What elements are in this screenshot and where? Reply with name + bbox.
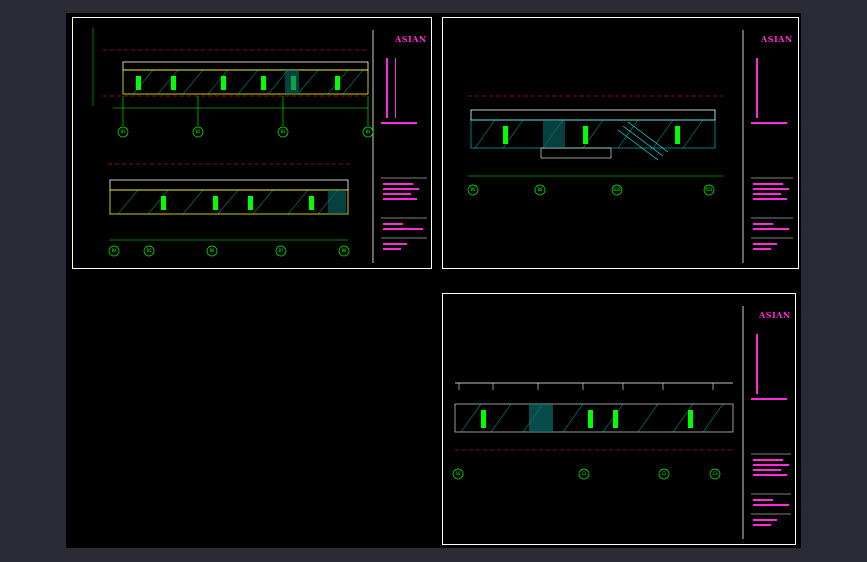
axis-label: B5 [470,187,476,192]
axis-label: B11 [705,187,713,192]
axis-label: B1 [120,129,126,134]
axis-label: B8 [537,187,543,192]
sheet-1[interactable]: ASIAN B1 B2 B3 B4 B4 B5 B6 B7 B8 [72,17,432,269]
axis-label: B8 [341,248,347,253]
axis-label: C3 [712,471,718,476]
axis-label: B4 [365,129,371,134]
axis-label: B6 [209,248,215,253]
brand-logo: ASIAN [761,34,793,44]
axis-label: B5 [146,248,152,253]
axis-label: C6 [455,471,461,476]
axis-label: B3 [280,129,286,134]
axis-label: B4 [111,248,117,253]
axis-label: B10 [613,187,621,192]
sheet-2-drawing [467,30,793,263]
axis-label: B7 [278,248,284,253]
sheet-3[interactable]: ASIAN C6 C1 C2 C3 [442,293,796,545]
sheet-1-drawing [92,28,427,263]
sheet-3-drawing [452,306,791,539]
sheet-2[interactable]: ASIAN B5 B8 B10 B11 [442,17,799,269]
axis-label: C2 [661,471,667,476]
drawing-canvas[interactable]: ASIAN B1 B2 B3 B4 B4 B5 B6 B7 B8 ASIAN B… [66,13,801,548]
brand-logo: ASIAN [395,34,427,44]
axis-label: B2 [195,129,201,134]
brand-logo: ASIAN [759,310,791,320]
axis-label: C1 [581,471,587,476]
